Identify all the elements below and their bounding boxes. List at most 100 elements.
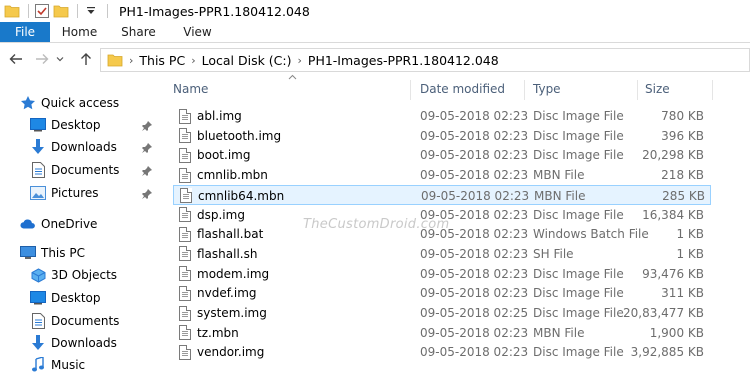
file-row[interactable]: abl.img 09-05-2018 02:23 Disc Image File 78… <box>173 106 711 126</box>
breadcrumb-this-pc[interactable]: This PC <box>139 53 185 68</box>
nav-item-desktop-pc[interactable]: Desktop <box>30 288 101 308</box>
nav-quick-access[interactable]: Quick access <box>20 93 119 113</box>
file-row[interactable]: cmnlib.mbn 09-05-2018 02:23 MBN File 218 KB <box>173 165 711 185</box>
file-name: vendor.img <box>197 345 265 360</box>
pin-icon[interactable] <box>142 143 152 153</box>
file-row[interactable]: vendor.img 09-05-2018 02:23 Disc Image Fil… <box>173 342 711 362</box>
file-row[interactable]: modem.img 09-05-2018 02:23 Disc Image File… <box>173 264 711 284</box>
file-icon <box>179 147 191 163</box>
pin-icon[interactable] <box>142 121 152 131</box>
file-name-cell: system.img <box>179 303 267 323</box>
file-date: 09-05-2018 02:23 <box>420 148 529 163</box>
file-name-cell: cmnlib64.mbn <box>180 186 284 206</box>
file-size: 311 KB <box>661 286 704 301</box>
nav-onedrive[interactable]: OneDrive <box>20 214 97 234</box>
nav-label: Quick access <box>41 96 120 110</box>
file-name-cell: dsp.img <box>179 205 245 225</box>
tab-share[interactable]: Share <box>109 22 168 42</box>
back-button[interactable] <box>6 49 26 69</box>
nav-label: Downloads <box>51 336 117 350</box>
file-type: Disc Image File <box>533 148 624 163</box>
arrow-left-icon <box>9 54 22 64</box>
file-name-cell: modem.img <box>179 264 269 284</box>
nav-label: OneDrive <box>41 217 98 231</box>
nav-item-downloads[interactable]: Downloads <box>30 137 117 157</box>
file-size: 16,384 KB <box>642 207 704 222</box>
chevron-right-icon[interactable]: › <box>129 54 133 67</box>
file-row[interactable]: flashall.sh 09-05-2018 02:23 SH File 1 KB <box>173 244 711 264</box>
file-row[interactable]: bluetooth.img 09-05-2018 02:23 Disc Image … <box>173 126 711 146</box>
file-type: Windows Batch File <box>533 227 649 242</box>
nav-item-desktop[interactable]: Desktop <box>30 115 101 135</box>
chevron-right-icon[interactable]: › <box>298 54 302 67</box>
tab-home[interactable]: Home <box>50 22 109 42</box>
forward-button[interactable] <box>32 49 52 69</box>
file-size: 20,83,477 KB <box>623 306 704 320</box>
file-date: 09-05-2018 02:23 <box>420 286 529 301</box>
recent-locations-button[interactable] <box>54 49 66 69</box>
file-name-cell: bluetooth.img <box>179 126 281 146</box>
column-header-name[interactable]: Name <box>165 76 410 102</box>
music-note-icon <box>30 357 46 372</box>
star-icon <box>20 95 36 111</box>
column-divider[interactable] <box>410 80 411 100</box>
file-row[interactable]: cmnlib64.mbn 09-05-2018 02:23 MBN File 285 … <box>173 184 711 206</box>
nav-label: Downloads <box>51 140 117 154</box>
file-size: 20,298 KB <box>642 148 704 163</box>
file-icon <box>179 167 191 183</box>
column-divider[interactable] <box>712 80 713 100</box>
breadcrumb-current-folder[interactable]: PH1-Images-PPR1.180412.048 <box>308 53 499 68</box>
file-icon <box>179 305 191 321</box>
folder-icon <box>107 53 123 67</box>
file-size: 3,92,885 KB <box>630 345 704 360</box>
arrow-right-icon <box>36 54 49 64</box>
nav-label: 3D Objects <box>51 268 118 282</box>
pin-icon[interactable] <box>142 166 152 176</box>
nav-item-documents-pc[interactable]: Documents <box>30 311 119 331</box>
pin-icon[interactable] <box>142 189 152 199</box>
chevron-right-icon[interactable]: › <box>191 54 195 67</box>
file-name: boot.img <box>197 148 251 163</box>
file-row[interactable]: tz.mbn 09-05-2018 02:23 MBN File 1,900 KB <box>173 323 711 343</box>
file-name: tz.mbn <box>197 325 239 340</box>
nav-label: Music <box>51 358 86 372</box>
file-name: modem.img <box>197 266 270 281</box>
nav-label: Desktop <box>51 291 101 305</box>
new-folder-icon[interactable] <box>53 3 69 19</box>
properties-icon[interactable] <box>34 3 50 19</box>
file-type: Disc Image File <box>533 286 624 301</box>
column-header-size[interactable]: Size <box>637 76 712 102</box>
file-type: Disc Image File <box>533 207 624 222</box>
file-type: MBN File <box>533 325 585 340</box>
breadcrumb-local-disk[interactable]: Local Disk (C:) <box>202 53 292 68</box>
nav-item-music[interactable]: Music <box>30 355 85 372</box>
toolbar-divider <box>77 4 78 18</box>
file-row[interactable]: system.img 09-05-2018 02:25 Disc Image Fil… <box>173 303 711 323</box>
file-size: 285 KB <box>662 188 705 203</box>
nav-item-3d-objects[interactable]: 3D Objects <box>30 265 117 285</box>
tab-view[interactable]: View <box>168 22 227 42</box>
address-bar[interactable]: › This PC › Local Disk (C:) › PH1-Images… <box>100 48 750 72</box>
file-icon <box>179 108 191 124</box>
tab-file[interactable]: File <box>0 22 50 42</box>
column-header-type[interactable]: Type <box>525 76 637 102</box>
file-size: 1 KB <box>676 227 704 242</box>
nav-item-downloads-pc[interactable]: Downloads <box>30 333 117 353</box>
file-name: flashall.sh <box>197 246 258 261</box>
nav-item-pictures[interactable]: Pictures <box>30 183 99 203</box>
customize-toolbar-icon[interactable] <box>83 3 99 19</box>
file-type: SH File <box>533 246 574 261</box>
file-list: Name Date modified Type Size abl.img 09-0… <box>165 74 750 372</box>
nav-item-documents[interactable]: Documents <box>30 160 119 180</box>
document-icon <box>30 313 46 329</box>
file-type: MBN File <box>533 168 585 183</box>
file-row[interactable]: boot.img 09-05-2018 02:23 Disc Image File 2… <box>173 145 711 165</box>
toolbar-divider <box>107 4 108 18</box>
file-row[interactable]: nvdef.img 09-05-2018 02:23 Disc Image File… <box>173 283 711 303</box>
file-name: system.img <box>197 306 267 320</box>
up-button[interactable] <box>76 49 96 69</box>
column-header-date[interactable]: Date modified <box>412 76 524 102</box>
nav-this-pc[interactable]: This PC <box>20 243 85 263</box>
file-icon <box>179 128 191 144</box>
navigation-pane: Quick access Desktop Downloads Documents… <box>0 76 160 372</box>
